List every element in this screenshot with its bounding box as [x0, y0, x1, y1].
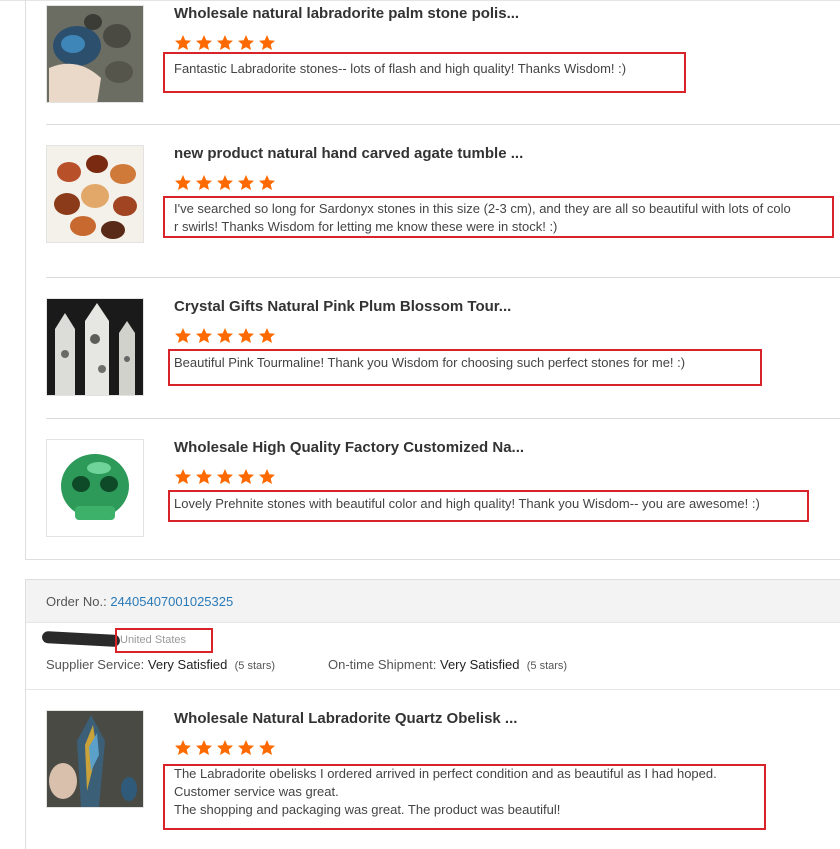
star-icon [259, 35, 275, 50]
product-thumbnail[interactable] [46, 710, 144, 808]
shipment-label: On-time Shipment: [328, 657, 437, 672]
shipment-stars: (5 stars) [526, 660, 568, 672]
star-icon [238, 740, 254, 755]
product-title[interactable]: Wholesale Natural Labradorite Quartz Obe… [174, 710, 517, 727]
product-title[interactable]: Wholesale natural labradorite palm stone… [174, 5, 519, 22]
star-icon [175, 35, 191, 50]
shipment-value: Very Satisfied [440, 657, 520, 672]
review-item: Wholesale natural labradorite palm stone… [46, 5, 840, 115]
review-comment-line: Customer service was great. [174, 784, 339, 799]
star-icon [238, 175, 254, 190]
review-comment: The Labradorite obelisks I ordered arriv… [174, 765, 717, 819]
star-rating [174, 327, 276, 345]
review-item: Wholesale Natural Labradorite Quartz Obe… [46, 710, 840, 848]
star-icon [259, 740, 275, 755]
buyer-country: United States [120, 634, 187, 646]
review-comment: I've searched so long for Sardonyx stone… [174, 200, 791, 236]
order-number-label: Order No.: [46, 594, 107, 609]
review-comment-line: I've searched so long for Sardonyx stone… [174, 201, 791, 216]
star-icon [217, 469, 233, 484]
order-header: Order No.: 24405407001025325 [26, 580, 840, 623]
product-thumbnail[interactable] [46, 5, 144, 103]
star-rating [174, 34, 276, 52]
review-comment: Fantastic Labradorite stones-- lots of f… [174, 61, 627, 76]
review-comment-line: The Labradorite obelisks I ordered arriv… [174, 766, 717, 781]
star-rating [174, 468, 276, 486]
star-icon [217, 328, 233, 343]
divider [46, 418, 840, 419]
star-icon [196, 469, 212, 484]
star-icon [259, 469, 275, 484]
star-icon [217, 35, 233, 50]
review-comment-line: r swirls! Thanks Wisdom for letting me k… [174, 219, 558, 234]
order-number-link[interactable]: 24405407001025325 [110, 594, 233, 609]
divider [46, 124, 840, 125]
product-thumbnail[interactable] [46, 439, 144, 537]
supplier-service-label: Supplier Service: [46, 657, 145, 672]
divider [26, 689, 840, 690]
product-title[interactable]: new product natural hand carved agate tu… [174, 145, 523, 162]
star-icon [238, 35, 254, 50]
product-thumbnail[interactable] [46, 298, 144, 396]
product-title[interactable]: Wholesale High Quality Factory Customize… [174, 439, 524, 456]
star-icon [217, 175, 233, 190]
star-icon [259, 328, 275, 343]
divider [46, 277, 840, 278]
star-icon [238, 469, 254, 484]
review-comment: Lovely Prehnite stones with beautiful co… [174, 496, 760, 511]
supplier-service-stars: (5 stars) [234, 660, 275, 672]
supplier-service-value: Very Satisfied [147, 657, 228, 672]
product-title[interactable]: Crystal Gifts Natural Pink Plum Blossom … [174, 298, 511, 315]
review-item: Crystal Gifts Natural Pink Plum Blossom … [46, 298, 840, 398]
star-icon [196, 740, 212, 755]
review-comment: Beautiful Pink Tourmaline! Thank you Wis… [174, 355, 686, 370]
star-icon [175, 740, 191, 755]
product-thumbnail[interactable] [46, 145, 144, 243]
star-icon [238, 328, 254, 343]
star-icon [175, 469, 191, 484]
star-icon [196, 175, 212, 190]
star-icon [175, 328, 191, 343]
review-item: new product natural hand carved agate tu… [46, 145, 840, 255]
star-rating [174, 174, 276, 192]
review-comment-line: The shopping and packaging was great. Th… [174, 802, 561, 817]
star-icon [196, 328, 212, 343]
star-icon [175, 175, 191, 190]
star-rating [174, 739, 276, 757]
review-item: Wholesale High Quality Factory Customize… [46, 439, 840, 539]
star-icon [196, 35, 212, 50]
star-icon [217, 740, 233, 755]
supplier-service-rating: Supplier Service: Very Satisfied (5 star… [46, 657, 275, 672]
shipment-rating: On-time Shipment: Very Satisfied (5 star… [328, 657, 567, 672]
star-icon [259, 175, 275, 190]
order-number-row: Order No.: 24405407001025325 [46, 594, 233, 609]
